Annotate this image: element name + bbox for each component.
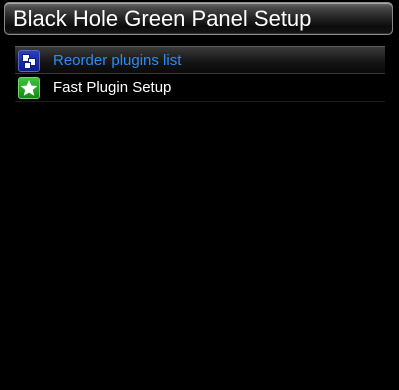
menu-item-reorder-plugins[interactable]: Reorder plugins list bbox=[15, 46, 385, 74]
menu-item-label: Fast Plugin Setup bbox=[53, 79, 172, 96]
star-icon bbox=[18, 77, 40, 99]
menu-item-fast-plugin-setup[interactable]: Fast Plugin Setup bbox=[15, 74, 385, 102]
reorder-icon bbox=[18, 50, 40, 72]
window-title: Black Hole Green Panel Setup bbox=[13, 6, 312, 31]
title-bar: Black Hole Green Panel Setup bbox=[4, 2, 393, 35]
menu-item-label: Reorder plugins list bbox=[53, 52, 182, 69]
menu-list: Reorder plugins list Fast Plugin Setup bbox=[15, 46, 385, 102]
